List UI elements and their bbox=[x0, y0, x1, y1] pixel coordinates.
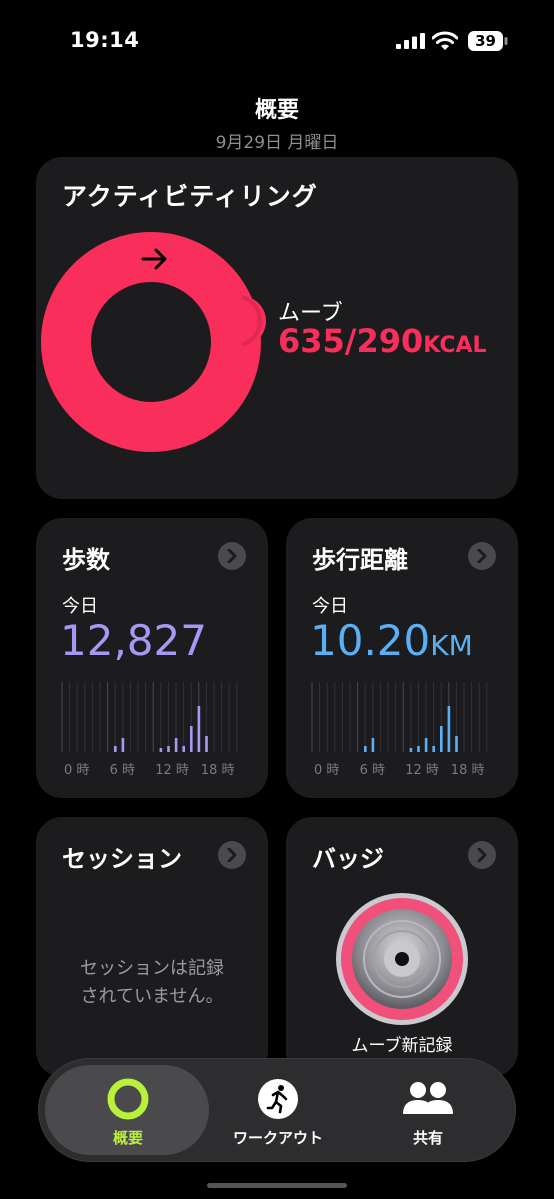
cellular-signal-icon bbox=[396, 33, 425, 49]
distance-number: 10.20 bbox=[310, 616, 431, 665]
tab-sharing-label: 共有 bbox=[412, 1129, 443, 1147]
move-value-number: 635/290 bbox=[278, 322, 424, 360]
move-value-unit: KCAL bbox=[423, 333, 487, 358]
chart-axis-label: 12 時 bbox=[155, 763, 189, 778]
chart-bar bbox=[182, 746, 185, 752]
chart-bar bbox=[159, 748, 163, 752]
chart-axis-label: 6 時 bbox=[360, 763, 385, 778]
steps-today-label: 今日 bbox=[62, 596, 98, 617]
chevron-right-icon[interactable] bbox=[468, 841, 496, 869]
battery-icon: 39 bbox=[468, 31, 508, 51]
runner-icon bbox=[258, 1079, 298, 1119]
sessions-card[interactable]: セッション セッションは記録 されていません。 bbox=[36, 817, 268, 1077]
header: 概要 9月29日 月曜日 bbox=[0, 92, 554, 153]
chart-bar bbox=[440, 726, 443, 752]
move-ring bbox=[41, 232, 266, 452]
steps-hourly-chart: 0 時 6 時 12 時 18 時 bbox=[61, 682, 238, 778]
wifi-icon bbox=[432, 31, 458, 50]
tab-summary[interactable]: 概要 bbox=[53, 1059, 203, 1163]
distance-today-label: 今日 bbox=[312, 596, 348, 617]
distance-unit: KM bbox=[430, 629, 473, 662]
tab-sharing[interactable]: 共有 bbox=[353, 1059, 503, 1163]
distance-title: 歩行距離 bbox=[312, 546, 408, 574]
tab-summary-label: 概要 bbox=[112, 1129, 143, 1147]
activity-rings-card[interactable]: アクティビティリング ムーブ 635/290KCAL bbox=[36, 157, 518, 499]
steps-card[interactable]: 歩数 今日 12,827 0 時 6 時 12 時 18 時 bbox=[36, 518, 268, 798]
distance-hourly-chart: 0 時 6 時 12 時 18 時 bbox=[311, 682, 488, 778]
page-date: 9月29日 月曜日 bbox=[215, 133, 339, 153]
chart-axis-label: 18 時 bbox=[451, 763, 485, 778]
activity-ring-icon bbox=[107, 1078, 149, 1120]
tab-workout-label: ワークアウト bbox=[232, 1129, 323, 1147]
chart-bar bbox=[409, 748, 413, 752]
tab-bar: 概要 ワークアウト 共有 bbox=[38, 1058, 516, 1162]
chart-bar bbox=[371, 738, 375, 752]
status-time: 19:14 bbox=[70, 28, 140, 52]
sessions-empty-line2: されていません。 bbox=[80, 986, 224, 1007]
chart-axis-label: 0 時 bbox=[314, 763, 339, 778]
chart-bar bbox=[174, 738, 178, 752]
chart-bar bbox=[190, 726, 193, 752]
badge-caption: ムーブ新記録 bbox=[351, 1036, 453, 1056]
chart-bar bbox=[447, 706, 451, 752]
steps-value: 12,827 bbox=[60, 616, 207, 665]
chart-bar bbox=[424, 738, 428, 752]
activity-rings-title: アクティビティリング bbox=[62, 182, 318, 211]
chart-bar bbox=[197, 706, 201, 752]
page-title: 概要 bbox=[254, 98, 299, 123]
chart-bar bbox=[364, 746, 367, 752]
chart-bar bbox=[417, 746, 420, 752]
chevron-right-icon[interactable] bbox=[468, 542, 496, 570]
battery-level: 39 bbox=[475, 32, 496, 50]
sessions-empty-line1: セッションは記録 bbox=[80, 958, 224, 979]
chevron-right-icon[interactable] bbox=[218, 841, 246, 869]
sessions-empty-message: セッションは記録 されていません。 bbox=[52, 955, 252, 1011]
badges-title: バッジ bbox=[312, 845, 384, 873]
badges-card[interactable]: バッジ ムーブ新記録 bbox=[286, 817, 518, 1077]
status-bar: 19:14 39 bbox=[0, 0, 554, 80]
chart-axis-label: 12 時 bbox=[405, 763, 439, 778]
move-record-badge-icon bbox=[336, 893, 468, 1025]
steps-title: 歩数 bbox=[62, 546, 110, 574]
distance-value: 10.20KM bbox=[310, 616, 473, 665]
chart-bar bbox=[432, 746, 435, 752]
chart-bar bbox=[121, 738, 125, 752]
move-value: 635/290KCAL bbox=[278, 323, 503, 364]
chart-axis-label: 18 時 bbox=[201, 763, 235, 778]
tab-workout[interactable]: ワークアウト bbox=[203, 1059, 353, 1163]
people-icon bbox=[403, 1082, 453, 1114]
chart-bar bbox=[455, 736, 458, 752]
walking-distance-card[interactable]: 歩行距離 今日 10.20KM 0 時 6 時 12 時 18 時 bbox=[286, 518, 518, 798]
sessions-title: セッション bbox=[62, 845, 182, 873]
chevron-right-icon[interactable] bbox=[218, 542, 246, 570]
chart-bar bbox=[205, 736, 208, 752]
home-indicator bbox=[207, 1183, 347, 1188]
chart-bar bbox=[167, 746, 170, 752]
chart-bar bbox=[114, 746, 117, 752]
chart-axis-label: 0 時 bbox=[64, 763, 89, 778]
chart-axis-label: 6 時 bbox=[110, 763, 135, 778]
